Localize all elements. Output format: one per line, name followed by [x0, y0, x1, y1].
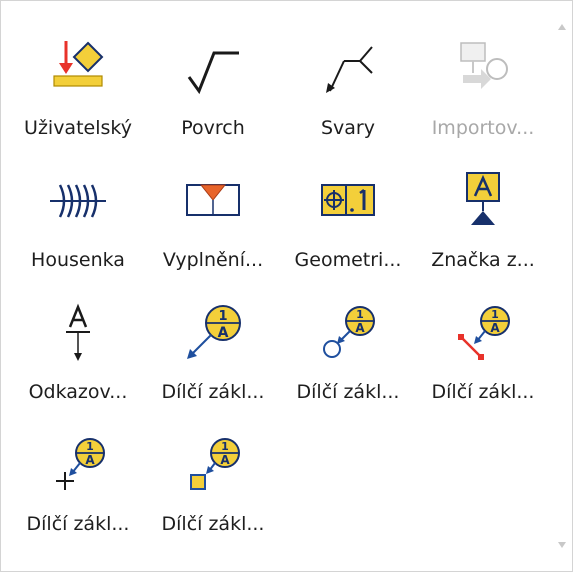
gallery-item-label: Vyplnění... [162, 249, 264, 271]
gallery-item-label: Dílčí zákl... [431, 381, 535, 403]
gallery-item-datum-target-area[interactable]: 1 A Dílčí zákl... [145, 405, 281, 537]
gallery-item-datum-reference[interactable]: Odkazov... [10, 273, 146, 405]
svg-text:1: 1 [221, 440, 229, 453]
gallery-item-label: Dílčí zákl... [296, 381, 400, 403]
gallery-item-welds[interactable]: Svary [280, 9, 416, 141]
gallery-item-datum-target-point[interactable]: 1 A Dílčí zákl... [10, 405, 146, 537]
svg-text:A: A [220, 453, 230, 467]
gallery-item-user-symbol[interactable]: Uživatelský [10, 9, 146, 141]
datum-target-area-icon: 1 A [181, 433, 245, 497]
gallery-item-label: Povrch [181, 117, 245, 139]
datum-target-line-icon: 1 A [451, 301, 515, 365]
symbol-gallery-grid: Uživatelský Povrch Svary Importov... Hou… [10, 9, 550, 564]
svg-text:A: A [218, 325, 229, 341]
svg-text:1: 1 [218, 309, 227, 324]
datum-reference-icon [46, 301, 110, 365]
gallery-item-label: Svary [320, 117, 375, 139]
gallery-item-geometric-tolerance[interactable]: Geometri... [280, 141, 416, 273]
gallery-item-label: Uživatelský [24, 117, 132, 139]
gallery-item-label: Geometri... [294, 249, 402, 271]
gallery-item-datum-target-line[interactable]: 1 A Dílčí zákl... [415, 273, 551, 405]
datum-feature-icon [451, 169, 515, 233]
svg-text:1: 1 [356, 308, 364, 321]
svg-text:1: 1 [491, 308, 499, 321]
surface-texture-icon [181, 37, 245, 101]
weld-bead-icon [46, 169, 110, 233]
fill-weld-icon [181, 169, 245, 233]
gallery-item-label: Odkazov... [28, 381, 128, 403]
gallery-item-fill[interactable]: Vyplnění... [145, 141, 281, 273]
gallery-item-datum-target-arrow[interactable]: 1 A Dílčí zákl... [145, 273, 281, 405]
svg-text:A: A [490, 321, 500, 335]
gallery-item-label: Housenka [31, 249, 125, 271]
vertical-scrollbar[interactable] [553, 2, 571, 570]
weld-symbol-icon [316, 37, 380, 101]
svg-text:A: A [85, 453, 95, 467]
gallery-item-surface[interactable]: Povrch [145, 9, 281, 141]
datum-target-circle-icon: 1 A [316, 301, 380, 365]
gallery-item-label: Dílčí zákl... [161, 513, 265, 535]
gallery-item-label: Dílčí zákl... [26, 513, 130, 535]
gallery-item-label: Importov... [431, 117, 535, 139]
gallery-item-label: Značka z... [431, 249, 535, 271]
import-symbol-icon [451, 37, 515, 101]
gallery-item-bead[interactable]: Housenka [10, 141, 146, 273]
datum-target-arrow-icon: 1 A [181, 301, 245, 365]
scroll-up-arrow-icon[interactable] [553, 18, 571, 36]
gallery-item-label: Dílčí zákl... [161, 381, 265, 403]
user-symbol-icon [46, 37, 110, 101]
gallery-item-import: Importov... [415, 9, 551, 141]
datum-target-point-icon: 1 A [46, 433, 110, 497]
gallery-item-datum-feature[interactable]: Značka z... [415, 141, 551, 273]
geometric-tolerance-icon [316, 169, 380, 233]
svg-text:A: A [355, 321, 365, 335]
scroll-down-arrow-icon[interactable] [553, 536, 571, 554]
gallery-item-datum-target-circle[interactable]: 1 A Dílčí zákl... [280, 273, 416, 405]
svg-text:1: 1 [86, 440, 94, 453]
symbol-gallery-panel: Uživatelský Povrch Svary Importov... Hou… [0, 0, 573, 572]
